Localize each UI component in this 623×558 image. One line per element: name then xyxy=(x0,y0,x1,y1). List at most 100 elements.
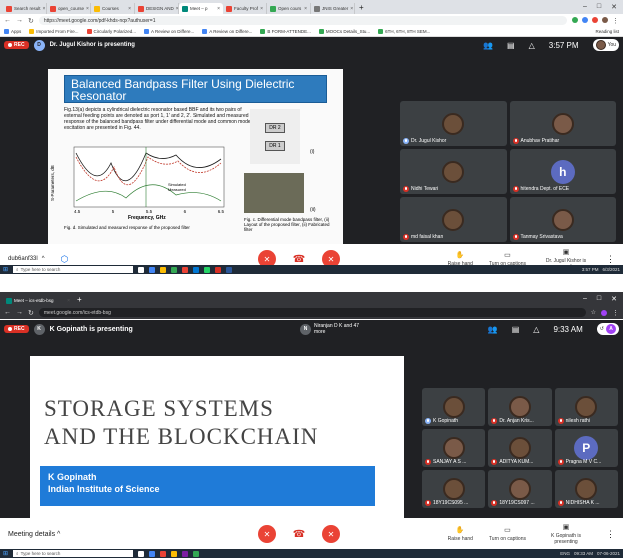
shield-icon[interactable]: ⬡ xyxy=(61,254,69,265)
people-icon[interactable]: 👥 xyxy=(488,325,498,334)
chat-icon[interactable]: ▤ xyxy=(507,41,515,50)
hang-up-icon[interactable]: ☎ xyxy=(290,525,308,543)
taskbar-app-icon[interactable] xyxy=(171,266,178,273)
url-field[interactable]: meet.google.com/ics-etdb-bsg xyxy=(38,308,586,317)
bookmark[interactable]: MOOCs Details_Stu... xyxy=(318,29,370,34)
browser-tab[interactable]: Faculty Prof × xyxy=(223,3,267,14)
bookmark[interactable]: A Review on Differe... xyxy=(202,29,252,34)
maximize-icon[interactable]: □ xyxy=(597,3,601,11)
extension-icon[interactable] xyxy=(572,16,578,23)
minimize-icon[interactable]: – xyxy=(583,295,587,303)
back-icon[interactable]: ← xyxy=(4,309,11,316)
menu-icon[interactable]: ⋮ xyxy=(612,309,619,317)
windows-start-icon[interactable]: ⊞ xyxy=(3,550,8,557)
extension-icon[interactable] xyxy=(592,16,598,23)
tab-close-icon[interactable]: × xyxy=(350,6,353,12)
window-controls[interactable]: – □ ✕ xyxy=(577,295,623,306)
browser-tab[interactable]: DESIGN AND × xyxy=(135,3,179,14)
bookmark[interactable]: Apps xyxy=(4,29,21,34)
close-icon[interactable]: ✕ xyxy=(611,3,617,11)
participant-tile[interactable]: K Gopinath xyxy=(422,388,486,426)
activities-icon[interactable]: △ xyxy=(529,41,535,50)
tab-close-icon[interactable]: × xyxy=(304,6,307,12)
new-tab-icon[interactable]: + xyxy=(355,3,368,14)
self-view[interactable]: You xyxy=(592,39,619,51)
reload-icon[interactable]: ↻ xyxy=(28,17,34,25)
more-options-icon[interactable]: ⋮ xyxy=(606,254,615,265)
cortana-icon[interactable] xyxy=(138,266,145,273)
mic-off-icon[interactable]: ✕ xyxy=(258,525,276,543)
profile-avatar[interactable] xyxy=(601,309,607,316)
taskbar-app-icon[interactable] xyxy=(182,550,189,557)
taskbar-app-icon[interactable] xyxy=(204,266,211,273)
tab-close-icon[interactable]: × xyxy=(217,6,220,12)
meeting-code[interactable]: dub6anf33l xyxy=(8,256,38,262)
participant-tile[interactable]: ADITYA KUM... xyxy=(488,429,552,467)
chat-icon[interactable]: ▤ xyxy=(512,325,520,334)
activities-icon[interactable]: △ xyxy=(533,325,539,334)
taskbar-app-icon[interactable] xyxy=(160,550,167,557)
participant-tile[interactable]: Nidhi Tewari xyxy=(400,149,507,194)
browser-tab[interactable]: Courses × xyxy=(91,3,135,14)
captions-button[interactable]: ▭ Turn on captions xyxy=(489,526,526,542)
back-icon[interactable]: ← xyxy=(4,17,11,24)
tab-close-icon[interactable]: × xyxy=(67,298,70,304)
forward-icon[interactable]: → xyxy=(16,309,23,316)
cortana-icon[interactable] xyxy=(138,550,145,557)
taskbar-app-icon[interactable] xyxy=(149,550,156,557)
bookmark[interactable]: Imported From Fire... xyxy=(29,29,79,34)
participant-tile[interactable]: Dr. Jugul Kishor xyxy=(400,101,507,146)
more-options-icon[interactable]: ⋮ xyxy=(606,529,615,540)
bookmark[interactable]: 6TH, 6TH, 8TH SEM... xyxy=(378,29,430,34)
taskbar-search[interactable]: ⌕ Type here to search xyxy=(13,266,134,273)
camera-off-icon[interactable]: ✕ xyxy=(322,525,340,543)
window-controls[interactable]: – □ ✕ xyxy=(577,3,623,14)
browser-tab[interactable]: Meet – p × xyxy=(179,3,223,14)
presenting-button[interactable]: ▣ K Gopinath is presenting xyxy=(542,523,590,545)
minimize-icon[interactable]: – xyxy=(583,3,587,11)
participant-tile[interactable]: P Pragna M V C... xyxy=(554,429,618,467)
url-field[interactable]: https://meet.google.com/pdf-khds-nqx?aut… xyxy=(38,16,567,25)
forward-icon[interactable]: → xyxy=(16,17,23,24)
browser-tab[interactable]: Meet – ics-etdb-bsg × xyxy=(3,295,73,306)
participant-tile[interactable]: 18Y19CS095 ... xyxy=(422,470,486,508)
browser-tab[interactable]: open_course × xyxy=(47,3,91,14)
bookmark[interactable]: A Review on Differe... xyxy=(144,29,194,34)
taskbar-app-icon[interactable] xyxy=(149,266,156,273)
new-tab-icon[interactable]: + xyxy=(73,295,86,306)
taskbar-app-icon[interactable] xyxy=(193,550,200,557)
bookmark[interactable]: B FORM-ATTENDE... xyxy=(260,29,311,34)
tab-close-icon[interactable]: × xyxy=(128,6,131,12)
windows-start-icon[interactable]: ⊞ xyxy=(3,266,8,273)
participant-tile[interactable]: nilesh rathi xyxy=(554,388,618,426)
maximize-icon[interactable]: □ xyxy=(597,295,601,303)
participant-tile[interactable]: h hitendra Dept. of ECE xyxy=(509,149,616,194)
tab-close-icon[interactable]: × xyxy=(260,6,263,12)
taskbar-app-icon[interactable] xyxy=(226,266,233,273)
participant-tile[interactable]: Tanmay Srivastava xyxy=(509,197,616,242)
people-icon[interactable]: 👥 xyxy=(483,41,493,50)
participant-tile[interactable]: NIDHISHA K ... xyxy=(554,470,618,508)
browser-tab[interactable]: JNIS Greater × xyxy=(311,3,355,14)
meeting-details-button[interactable]: Meeting details ^ xyxy=(8,531,60,538)
menu-icon[interactable]: ⋮ xyxy=(612,17,619,25)
taskbar-app-icon[interactable] xyxy=(171,550,178,557)
participant-tile[interactable]: 18Y19CS097 ... xyxy=(488,470,552,508)
taskbar-app-icon[interactable] xyxy=(215,266,222,273)
browser-tab[interactable]: Search result × xyxy=(3,3,47,14)
self-view[interactable]: ↺ A xyxy=(596,323,619,335)
extension-icon[interactable] xyxy=(582,16,588,23)
tab-close-icon[interactable]: × xyxy=(86,6,89,12)
taskbar-app-icon[interactable] xyxy=(160,266,167,273)
participant-tile[interactable]: SANJAY A S ... xyxy=(422,429,486,467)
profile-avatar[interactable] xyxy=(602,16,608,23)
close-icon[interactable]: ✕ xyxy=(611,295,617,303)
reload-icon[interactable]: ↻ xyxy=(28,309,34,317)
browser-tab[interactable]: Open cours × xyxy=(267,3,311,14)
chevron-up-icon[interactable]: ^ xyxy=(42,256,45,262)
star-icon[interactable]: ☆ xyxy=(591,309,596,316)
bookmark[interactable]: Circularly Polarized... xyxy=(86,29,136,34)
participant-tile[interactable]: Dr. Anjan Kris... xyxy=(488,388,552,426)
taskbar-app-icon[interactable] xyxy=(182,266,189,273)
participant-tile[interactable]: md faisal khan xyxy=(400,197,507,242)
